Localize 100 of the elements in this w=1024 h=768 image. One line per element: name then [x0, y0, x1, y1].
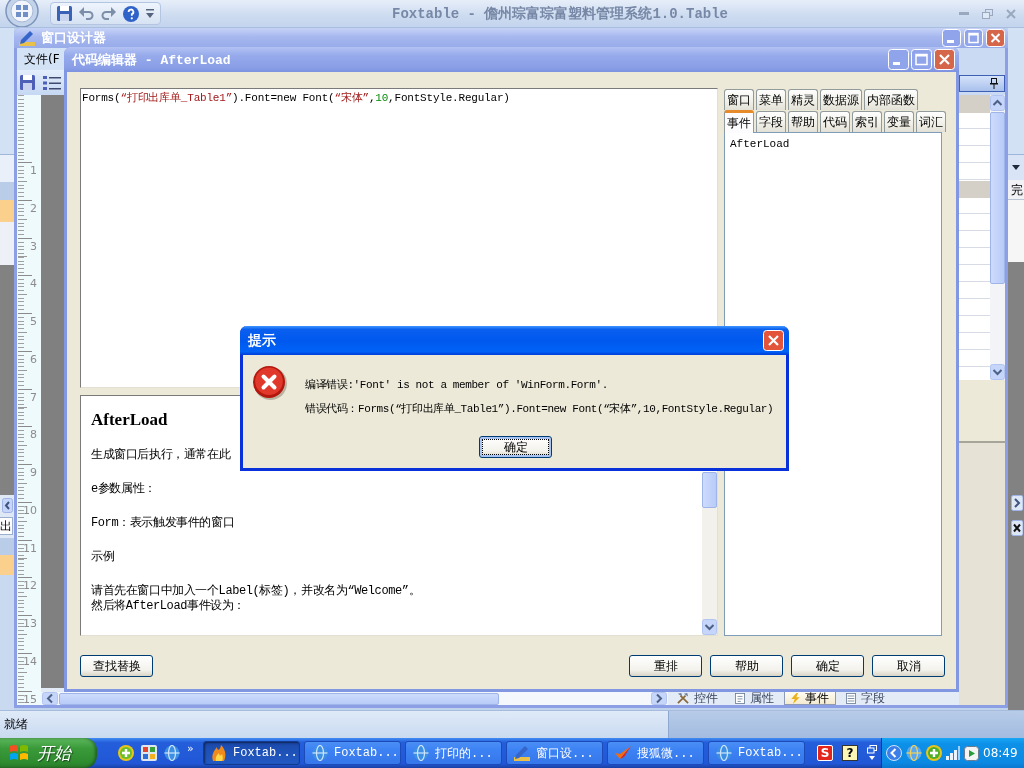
globe-icon[interactable]	[164, 745, 180, 761]
pin-icon[interactable]	[990, 78, 998, 89]
tab[interactable]: 索引	[852, 111, 882, 132]
globe-icon[interactable]	[906, 745, 922, 761]
swoosh-icon	[615, 745, 631, 761]
ruler-number: 3	[30, 240, 37, 253]
panel-tab[interactable]: 字段	[839, 692, 892, 705]
panel-tab[interactable]: 控件	[670, 692, 725, 705]
column-header: 完	[1011, 181, 1023, 199]
ruler-number: 2	[30, 202, 37, 215]
chevron-right-icon[interactable]	[1011, 495, 1023, 511]
tab[interactable]: 数据源	[820, 89, 862, 110]
chevron-left-icon[interactable]	[1, 497, 13, 513]
rearrange-button[interactable]: 重排	[629, 655, 702, 677]
chevron-left-icon[interactable]	[42, 692, 58, 705]
taskbar-button[interactable]: Foxtab...	[708, 741, 805, 765]
tab[interactable]: 字段	[756, 111, 786, 132]
caret-icon[interactable]	[146, 8, 154, 19]
save-icon[interactable]	[20, 75, 35, 90]
ruler-number: 1	[30, 165, 37, 177]
find-replace-button[interactable]: 查找替换	[80, 655, 153, 677]
help-text: 生成窗口后执行，通常在此	[91, 448, 232, 463]
ruler-number: 9	[30, 467, 37, 479]
chevron-up-icon[interactable]	[990, 95, 1005, 111]
plus-circle-icon[interactable]	[926, 745, 942, 761]
taskbar-button[interactable]: Foxtab...	[203, 741, 300, 765]
vertical-scrollbar[interactable]	[702, 472, 717, 635]
help-text: Form：表示触发事件的窗口	[91, 516, 236, 531]
ruler-number: 8	[30, 429, 37, 442]
restore-icon[interactable]	[982, 8, 993, 19]
tray-badge[interactable]: ?	[842, 745, 858, 761]
undo-icon[interactable]	[79, 7, 94, 20]
error-icon	[253, 366, 287, 400]
chevron-right-icon[interactable]	[651, 692, 667, 705]
panel-tab[interactable]: 属性	[728, 692, 781, 705]
cancel-button[interactable]: 取消	[872, 655, 945, 677]
help-text: e参数属性：	[91, 482, 157, 497]
close-button[interactable]	[763, 330, 784, 351]
minimize-button[interactable]	[888, 49, 909, 70]
panel-tab[interactable]: 事件	[784, 692, 836, 705]
list-icon[interactable]	[43, 74, 61, 91]
save-icon[interactable]	[57, 6, 72, 21]
tab[interactable]: 事件	[724, 110, 754, 133]
vertical-scrollbar[interactable]	[990, 95, 1005, 380]
ruler-number: 7	[30, 391, 37, 404]
more-chevron[interactable]: »	[187, 743, 194, 755]
ok-button[interactable]: 确定	[791, 655, 864, 677]
horizontal-scrollbar[interactable]	[41, 692, 668, 705]
pencil-ruler-icon	[514, 745, 530, 761]
taskbar-button[interactable]: Foxtab...	[304, 741, 401, 765]
ruler-number: 13	[23, 618, 37, 630]
close-button[interactable]	[934, 49, 955, 70]
sheet-tab[interactable]: 出	[0, 516, 13, 535]
menu-item[interactable]: 文件(F	[24, 50, 60, 68]
maximize-button[interactable]	[911, 49, 932, 70]
windows-flag-icon	[9, 744, 29, 762]
chevron-down-icon[interactable]	[702, 619, 717, 635]
scroll-thumb[interactable]	[702, 472, 717, 508]
tab[interactable]: 代码	[820, 111, 850, 132]
chevron-down-icon[interactable]	[990, 364, 1005, 380]
app-menu-icon[interactable]	[2, 0, 42, 27]
help-text: 然后将AfterLoad事件设为：	[91, 599, 246, 614]
window-title: 窗口设计器	[41, 29, 106, 47]
ruler-number: 5	[30, 316, 37, 328]
taskbar-button[interactable]: 搜狐微...	[607, 741, 704, 765]
status-text: 就绪	[3, 716, 29, 733]
help-text: 示例	[91, 550, 116, 565]
tiles-icon[interactable]	[141, 745, 157, 761]
taskbar-button[interactable]: 窗口设...	[506, 741, 603, 765]
signal-icon[interactable]	[946, 746, 960, 760]
ruler-number: 15	[23, 693, 37, 705]
caret-down-icon[interactable]	[1012, 165, 1020, 170]
event-item[interactable]: AfterLoad	[729, 137, 791, 152]
media-icon[interactable]	[964, 745, 979, 761]
ok-button[interactable]: 确定	[479, 436, 552, 458]
tools-icon	[677, 692, 689, 704]
close-button[interactable]	[986, 29, 1005, 47]
lightning-icon	[791, 692, 800, 704]
tray-badge[interactable]: S	[817, 745, 833, 761]
redo-icon[interactable]	[101, 7, 116, 20]
tab[interactable]: 变量	[884, 111, 914, 132]
scroll-thumb[interactable]	[59, 692, 499, 705]
plus-circle-icon[interactable]	[118, 745, 134, 761]
tab[interactable]: 菜单	[756, 89, 786, 110]
close-icon[interactable]	[1011, 520, 1023, 536]
help-heading: AfterLoad	[91, 410, 169, 430]
window-stack-icon[interactable]	[867, 745, 877, 761]
tab[interactable]: 精灵	[788, 89, 818, 110]
help-icon[interactable]	[123, 5, 139, 22]
tab[interactable]: 内部函数	[864, 89, 918, 110]
help-button[interactable]: 帮助	[710, 655, 783, 677]
maximize-button[interactable]	[964, 29, 983, 47]
window-title: Foxtable - 儋州琮富琮富塑料管理系统1.0.Table	[391, 4, 729, 23]
tab[interactable]: 窗口	[724, 89, 754, 110]
taskbar-button[interactable]: 打印的...	[405, 741, 502, 765]
scroll-thumb[interactable]	[990, 112, 1005, 284]
start-button[interactable]: 开始	[0, 738, 97, 768]
tab[interactable]: 词汇	[916, 111, 946, 132]
minimize-button[interactable]	[942, 29, 961, 47]
tab[interactable]: 帮助	[788, 111, 818, 132]
